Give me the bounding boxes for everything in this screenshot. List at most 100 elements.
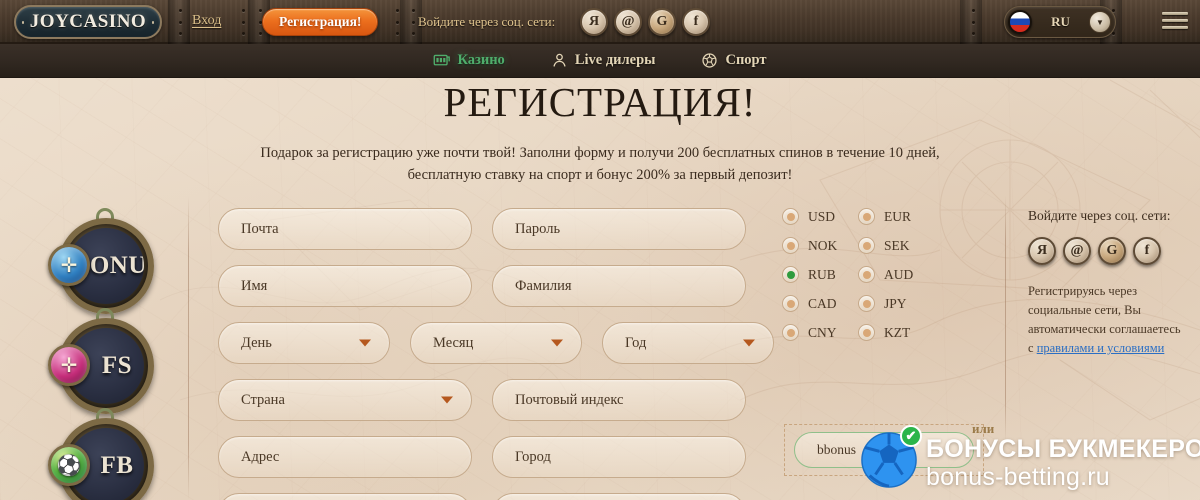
facebook-icon[interactable]: f [1133,237,1161,265]
birth-month-label: Месяц [433,334,474,351]
currency-label: RUB [808,266,836,282]
extra-field-right[interactable] [492,493,746,500]
mailru-icon[interactable]: @ [1063,237,1091,265]
form-row: Страна Почтовый индекс [218,379,774,421]
rivet-column [408,0,418,44]
form-row [218,493,774,500]
ball-orb-green-icon: ⚽ [48,444,90,486]
facebook-icon[interactable]: f [682,8,710,36]
page-subtitle: Подарок за регистрацию уже почти твой! З… [260,145,940,183]
google-icon[interactable]: G [1098,237,1126,265]
address-field[interactable]: Адрес [218,436,472,478]
currency-option-rub[interactable]: RUB [782,266,854,283]
birth-year-label: Год [625,334,647,351]
extra-field-left[interactable] [218,493,472,500]
nav-label-sport: Спорт [725,52,767,68]
chevron-down-icon [743,339,755,347]
google-icon[interactable]: G [648,8,676,36]
password-field[interactable]: Пароль [492,208,746,250]
header-social-icons: Я @ G f [580,8,710,36]
chevron-down-icon[interactable]: ▼ [1089,11,1111,33]
currency-label: JPY [884,295,907,311]
city-field[interactable]: Город [492,436,746,478]
currency-option-aud[interactable]: AUD [858,266,930,283]
radio-icon-selected [782,266,799,283]
page-title: РЕГИСТРАЦИЯ! [443,79,757,125]
firstname-field[interactable]: Имя [218,265,472,307]
joycasino-logo[interactable]: JOYCASINO [14,5,162,39]
radio-icon [858,324,875,341]
register-button[interactable]: Регистрация! [262,8,379,36]
registration-page: JOYCASINO Вход Регистрация! Войдите чере… [0,0,1200,500]
nav-item-sport[interactable]: Спорт [701,52,767,69]
slot-machine-icon [434,54,451,66]
currency-option-usd[interactable]: USD [782,208,854,225]
bonus-badge[interactable]: BONUS ✛ [48,208,160,320]
free-spins-badge[interactable]: FS ✛ [48,308,160,420]
russian-flag-icon [1008,10,1032,34]
currency-label: USD [808,208,836,224]
language-selector[interactable]: RU ▼ [1004,6,1116,38]
currency-option-cad[interactable]: CAD [782,295,854,312]
rivet-column [968,0,978,44]
soccer-ball-icon [702,53,718,68]
currency-option-kzt[interactable]: KZT [858,324,930,341]
currency-option-nok[interactable]: NOK [782,237,854,254]
lastname-field[interactable]: Фамилия [492,265,746,307]
chevron-down-icon [441,396,453,404]
promo-code-input[interactable]: bbonus [794,432,974,468]
mailru-icon[interactable]: @ [614,8,642,36]
registration-form: Почта Пароль Имя Фамилия День Месяц Год … [218,208,774,500]
plus-orb-blue-icon: ✛ [48,244,90,286]
logo-dot [22,20,24,24]
radio-icon [858,208,875,225]
birth-day-select[interactable]: День [218,322,390,364]
nav-item-casino[interactable]: Казино [433,52,505,69]
sidebar-social-title: Войдите через соц. сети: [1028,208,1171,223]
radio-icon [782,324,799,341]
rivet-column [175,0,185,44]
plus-orb-pink-icon: ✛ [48,344,90,386]
logo-text: JOYCASINO [29,11,147,32]
dealer-person-icon [553,53,566,67]
currency-label: EUR [884,208,911,224]
yandex-icon[interactable]: Я [580,8,608,36]
badge-label: FS [101,352,133,379]
postal-code-field[interactable]: Почтовый индекс [492,379,746,421]
terms-note: Регистрируясь через социальные сети, Вы … [1028,282,1188,358]
currency-option-cny[interactable]: CNY [782,324,854,341]
currency-selector: USD EUR NOK SEK RUB AUD CAD JPY CNY KZT [782,208,930,341]
radio-icon [858,266,875,283]
login-link[interactable]: Вход [192,13,221,29]
currency-label: CAD [808,295,837,311]
radio-icon [858,295,875,312]
language-code: RU [1051,14,1070,29]
radio-icon [858,237,875,254]
top-header-bar: JOYCASINO Вход Регистрация! Войдите чере… [0,0,1200,44]
birth-year-select[interactable]: Год [602,322,774,364]
currency-label: CNY [808,324,837,340]
email-field[interactable]: Почта [218,208,472,250]
rivet-column [392,0,402,44]
divider-left [188,196,189,500]
bonus-badges-column: BONUS ✛ FS ✛ FB ⚽ [48,208,160,500]
birth-month-select[interactable]: Месяц [410,322,582,364]
main-navigation: Казино Live дилеры Спорт [0,44,1200,78]
currency-option-eur[interactable]: EUR [858,208,930,225]
logo-dot [152,20,154,24]
currency-option-jpy[interactable]: JPY [858,295,930,312]
badge-label: FB [100,452,134,479]
country-label: Страна [241,391,285,408]
country-select[interactable]: Страна [218,379,472,421]
hamburger-menu-icon[interactable] [1162,12,1188,29]
yandex-icon[interactable]: Я [1028,237,1056,265]
birth-day-label: День [241,334,272,351]
terms-link[interactable]: правилами и условиями [1037,341,1165,355]
currency-label: NOK [808,237,838,253]
free-bet-badge[interactable]: FB ⚽ [48,408,160,500]
currency-label: SEK [884,237,910,253]
divider-right [1005,196,1006,442]
social-login-sidebar: Войдите через соц. сети: Я @ G f Регистр… [1028,206,1188,358]
currency-option-sek[interactable]: SEK [858,237,930,254]
nav-item-live-dealers[interactable]: Live дилеры [551,52,655,69]
